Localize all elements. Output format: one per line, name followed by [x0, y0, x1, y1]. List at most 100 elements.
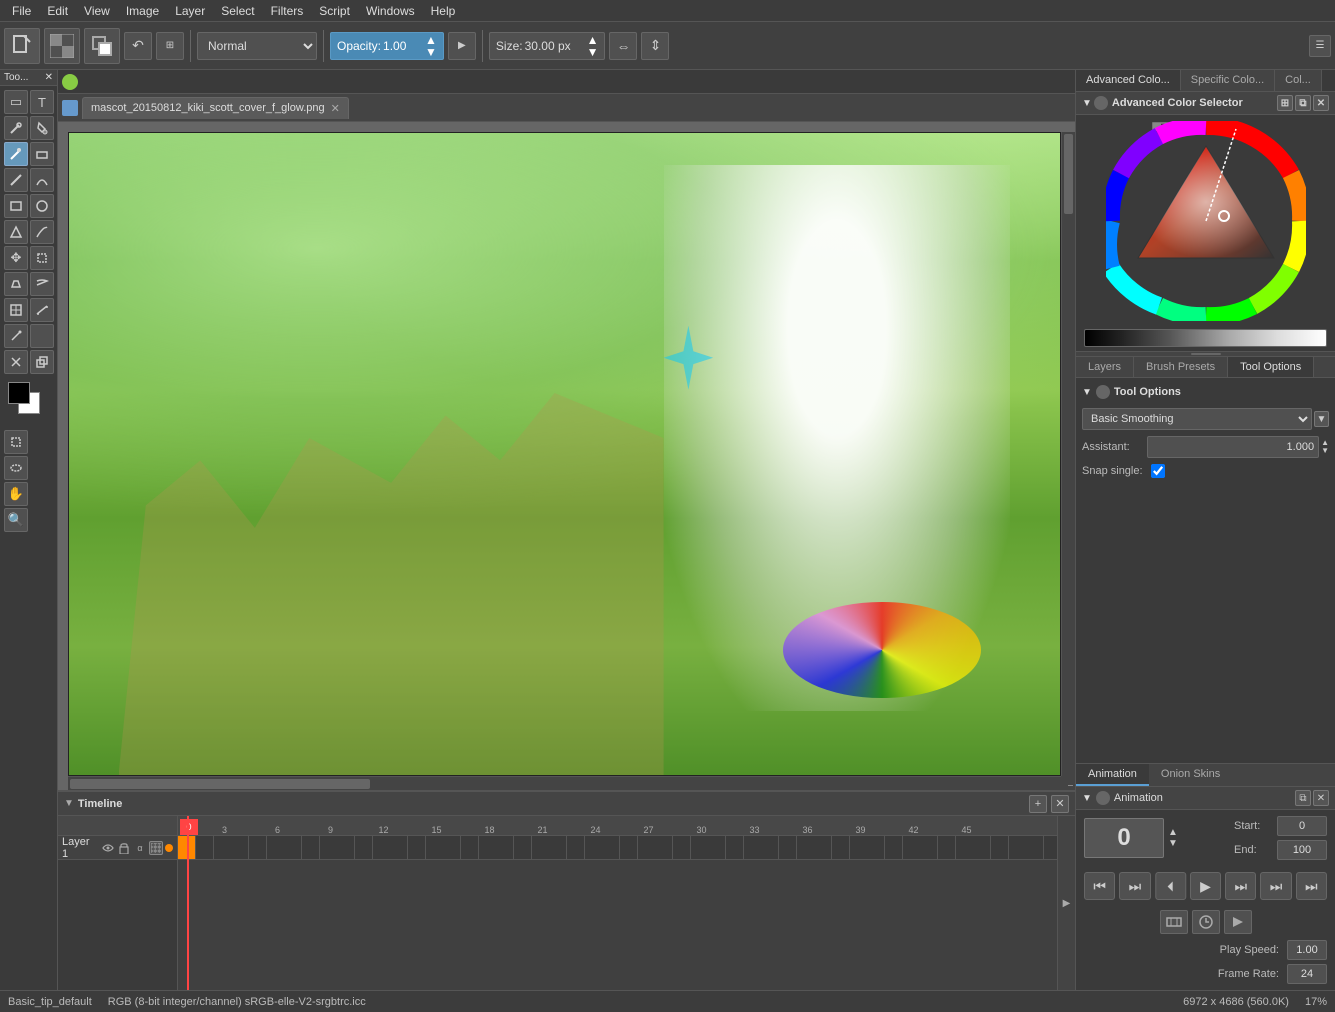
- layers-tab[interactable]: Layers: [1076, 357, 1134, 377]
- opacity-input[interactable]: [383, 39, 423, 53]
- undo-btn[interactable]: ↶: [124, 32, 152, 60]
- play-prev-btn[interactable]: ⏵: [1155, 872, 1186, 900]
- timeline-collapse-arrow[interactable]: ▼: [64, 798, 74, 809]
- transform-tool[interactable]: [30, 246, 54, 270]
- timeline-frame-row[interactable]: [178, 836, 1057, 860]
- play-prev-key-btn[interactable]: ⏭: [1119, 872, 1150, 900]
- color-panel-float-btn[interactable]: ⧉: [1295, 95, 1311, 111]
- line-tool[interactable]: [4, 168, 28, 192]
- multibrush-tool[interactable]: [4, 350, 28, 374]
- freehand-tool[interactable]: [30, 220, 54, 244]
- color-wheel-container[interactable]: [1106, 121, 1306, 321]
- color-panel-close-btn[interactable]: ✕: [1313, 95, 1329, 111]
- assistant-spinbtn[interactable]: ▲ ▼: [1321, 439, 1329, 455]
- end-value[interactable]: 100: [1277, 840, 1327, 860]
- menu-help[interactable]: Help: [423, 2, 464, 20]
- tool-options-tab[interactable]: Tool Options: [1228, 357, 1314, 377]
- rect-select-tool[interactable]: ▭: [4, 90, 28, 114]
- zoom-tool[interactable]: 🔍: [4, 508, 28, 532]
- anim-ctrl-btn-3[interactable]: [1224, 910, 1252, 934]
- frame-up-arrow[interactable]: ▲: [1168, 827, 1178, 838]
- frame-down-arrow[interactable]: ▼: [1168, 838, 1178, 849]
- smudge-tool[interactable]: [4, 324, 28, 348]
- color-panel-grid-btn[interactable]: ⊞: [1277, 95, 1293, 111]
- anim-ctrl-btn-2[interactable]: [1192, 910, 1220, 934]
- checker-btn[interactable]: [44, 28, 80, 64]
- specific-color-tab[interactable]: Specific Colo...: [1181, 70, 1275, 91]
- smart-patch-tool[interactable]: [4, 298, 28, 322]
- toolbox-close-icon[interactable]: ✕: [45, 72, 53, 83]
- v-scrollbar[interactable]: [1061, 132, 1075, 776]
- duplicate-tool[interactable]: [30, 350, 54, 374]
- h-scrollbar-thumb[interactable]: [70, 779, 370, 789]
- smoothing-select[interactable]: Basic Smoothing: [1082, 408, 1312, 430]
- dodge-tool[interactable]: [30, 324, 54, 348]
- canvas-tab-close-btn[interactable]: ✕: [331, 102, 340, 115]
- canvas-image[interactable]: [68, 132, 1061, 776]
- opacity-down-arrow[interactable]: ▼: [425, 46, 437, 58]
- foreground-color-box[interactable]: [8, 382, 30, 404]
- polygon-tool[interactable]: [4, 220, 28, 244]
- layer-inherit-alpha-icon[interactable]: [149, 841, 163, 855]
- size-down-arrow[interactable]: ▼: [587, 46, 599, 58]
- toggle-panel-btn[interactable]: ☰: [1309, 35, 1331, 57]
- contiguous-select-tool[interactable]: [4, 430, 28, 454]
- size-input[interactable]: [525, 39, 585, 53]
- rect-tool[interactable]: [4, 194, 28, 218]
- animation-collapse-icon[interactable]: ▼: [1082, 793, 1092, 804]
- timeline-scroll-right-btn[interactable]: ▶: [1057, 816, 1075, 990]
- menu-file[interactable]: File: [4, 2, 39, 20]
- measure-tool[interactable]: [30, 298, 54, 322]
- frame-rate-value[interactable]: 24: [1287, 964, 1327, 984]
- move-tool[interactable]: ✥: [4, 246, 28, 270]
- color-strip[interactable]: [1084, 329, 1327, 347]
- menu-view[interactable]: View: [76, 2, 118, 20]
- assistant-down-arrow[interactable]: ▼: [1321, 447, 1329, 455]
- hand-tool[interactable]: ✋: [4, 482, 28, 506]
- size-up-arrow[interactable]: ▲: [587, 34, 599, 46]
- flip-h-btn[interactable]: ⇔: [609, 32, 637, 60]
- warp-tool[interactable]: [30, 272, 54, 296]
- play-first-btn[interactable]: ⏮: [1084, 872, 1115, 900]
- flip-v-btn[interactable]: ⇕: [641, 32, 669, 60]
- menu-filters[interactable]: Filters: [263, 2, 312, 20]
- color-panel-expand-icon[interactable]: ▼: [1082, 98, 1092, 109]
- tool-options-btn[interactable]: ⊞: [156, 32, 184, 60]
- frame-counter-arrows[interactable]: ▲ ▼: [1168, 827, 1178, 849]
- smoothing-settings-btn[interactable]: ▼: [1314, 411, 1329, 427]
- brush-presets-tab[interactable]: Brush Presets: [1134, 357, 1228, 377]
- play-speed-value[interactable]: 1.00: [1287, 940, 1327, 960]
- snap-checkbox[interactable]: [1151, 464, 1165, 478]
- opacity-more-btn[interactable]: ▶: [448, 32, 476, 60]
- play-btn[interactable]: ▶: [1190, 872, 1221, 900]
- menu-windows[interactable]: Windows: [358, 2, 423, 20]
- color-picker-btn[interactable]: [84, 28, 120, 64]
- menu-select[interactable]: Select: [213, 2, 262, 20]
- layer-eye-icon[interactable]: [101, 841, 115, 855]
- eraser-tool[interactable]: [30, 142, 54, 166]
- layer-lock-icon[interactable]: [117, 841, 131, 855]
- menu-script[interactable]: Script: [311, 2, 358, 20]
- layer-alpha-icon[interactable]: α: [133, 841, 147, 855]
- size-spinbtn[interactable]: ▲ ▼: [587, 34, 599, 58]
- timeline-close-btn[interactable]: ✕: [1051, 795, 1069, 813]
- col-tab[interactable]: Col...: [1275, 70, 1322, 91]
- curve-tool[interactable]: [30, 168, 54, 192]
- new-button[interactable]: [4, 28, 40, 64]
- blend-mode-select[interactable]: Normal: [197, 32, 317, 60]
- play-next-key-btn[interactable]: ⏭: [1260, 872, 1291, 900]
- menu-edit[interactable]: Edit: [39, 2, 76, 20]
- animation-close-btn[interactable]: ✕: [1313, 790, 1329, 806]
- text-tool[interactable]: T: [30, 90, 54, 114]
- opacity-up-arrow[interactable]: ▲: [425, 34, 437, 46]
- tool-options-collapse-arrow[interactable]: ▼: [1082, 387, 1092, 398]
- opacity-spinbtn[interactable]: ▲ ▼: [425, 34, 437, 58]
- menu-layer[interactable]: Layer: [167, 2, 213, 20]
- v-scrollbar-thumb[interactable]: [1064, 134, 1073, 214]
- fill-tool[interactable]: [30, 116, 54, 140]
- animation-tab[interactable]: Animation: [1076, 764, 1149, 786]
- similar-select-tool[interactable]: [4, 456, 28, 480]
- timeline-add-btn[interactable]: +: [1029, 795, 1047, 813]
- play-next-btn[interactable]: ⏭: [1225, 872, 1256, 900]
- h-scrollbar[interactable]: [68, 776, 1061, 790]
